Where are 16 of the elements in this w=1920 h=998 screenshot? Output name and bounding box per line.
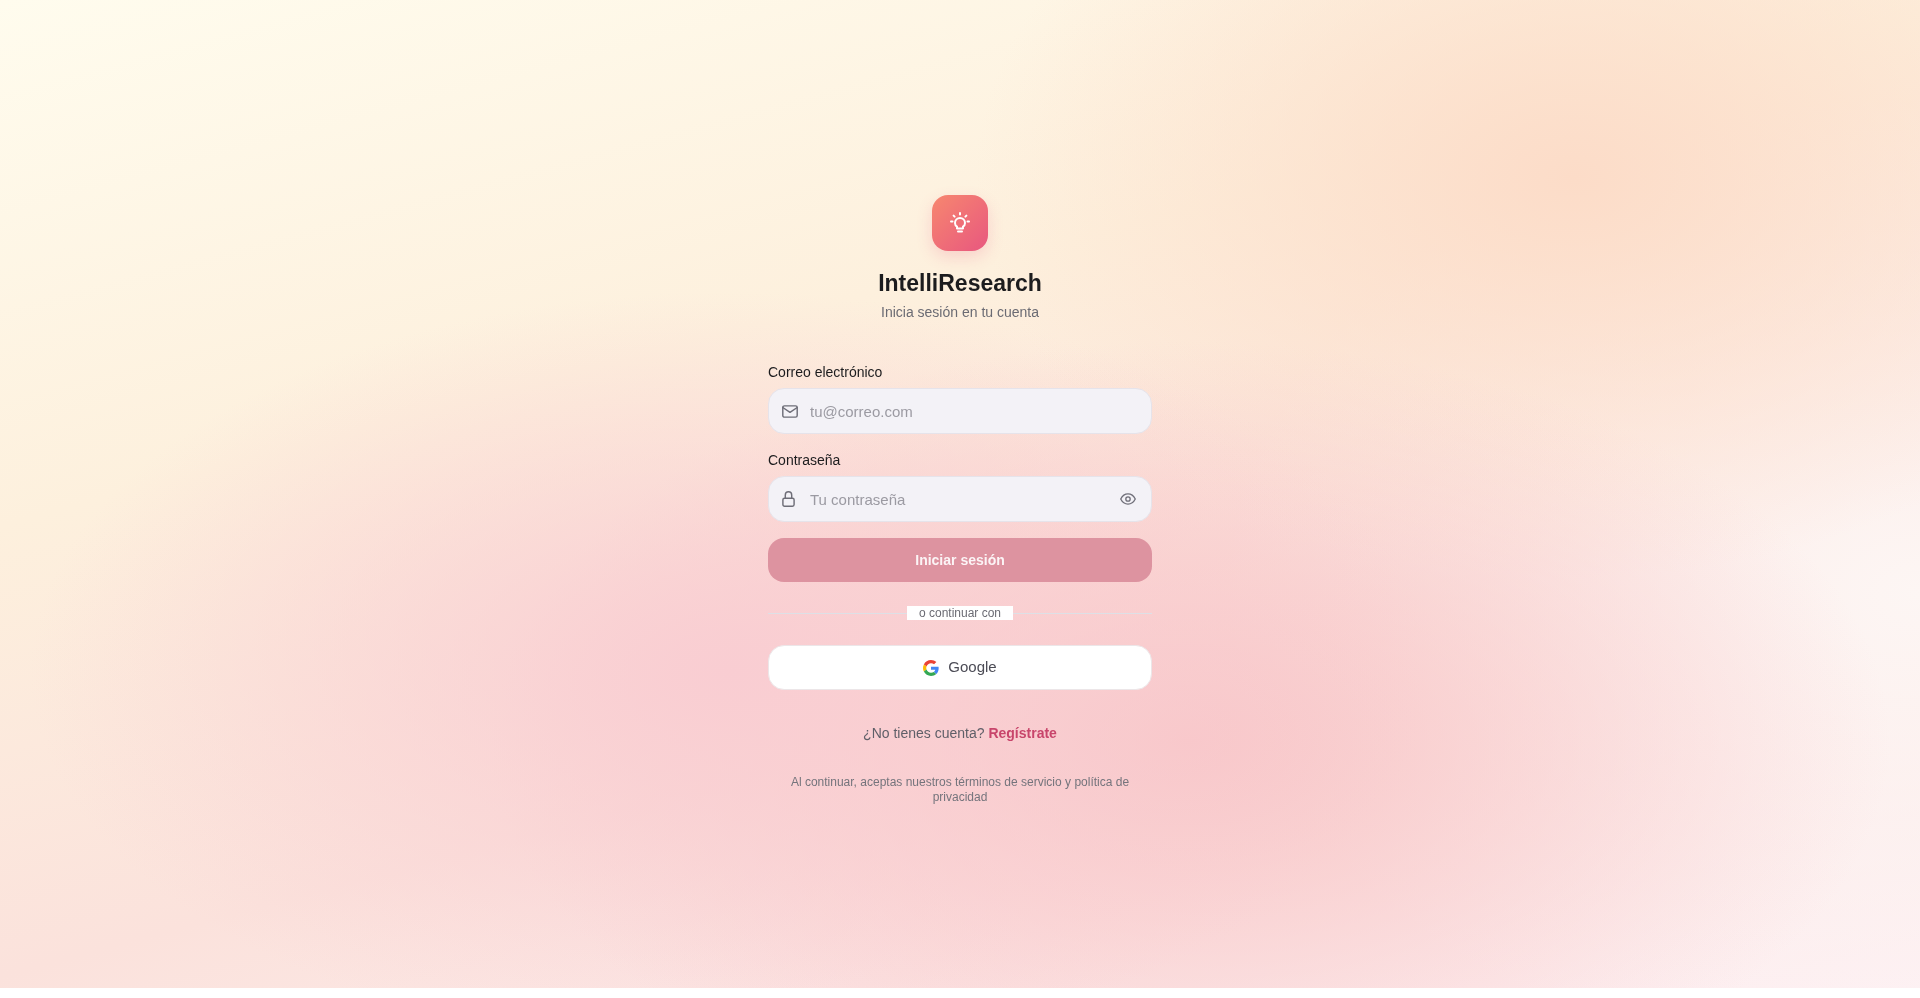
google-sign-in-button[interactable]: Google <box>768 645 1152 690</box>
signup-link[interactable]: Regístrate <box>988 725 1057 741</box>
subtitle: Inicia sesión en tu cuenta <box>880 303 1040 322</box>
email-field[interactable]: tu@correo.com <box>768 388 1152 434</box>
lightbulb-icon <box>932 195 988 251</box>
signup-prompt: ¿No tienes cuenta? <box>863 725 985 741</box>
divider-text: o continuar con <box>906 606 1014 620</box>
mail-icon <box>782 404 798 418</box>
legal-note: Al continuar, aceptas nuestros términos de servicio y política de privacidad <box>789 775 1131 805</box>
google-icon <box>923 659 940 676</box>
field-label: Correo electrónico <box>768 363 884 382</box>
app-title: IntelliResearch <box>877 269 1043 298</box>
eye-icon[interactable] <box>1120 493 1136 505</box>
lock-icon <box>782 491 795 507</box>
password-field[interactable]: Tu contraseña <box>768 476 1152 522</box>
field-label: Contraseña <box>768 451 842 470</box>
